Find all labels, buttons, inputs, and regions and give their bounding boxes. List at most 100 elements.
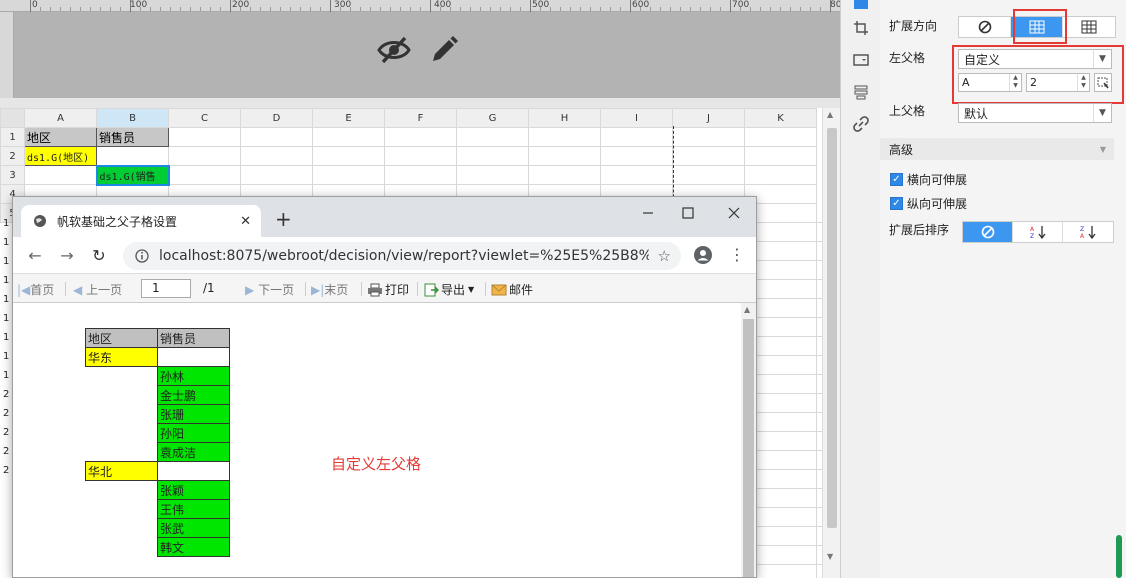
cell[interactable]: [312, 127, 385, 147]
pencil-icon[interactable]: [426, 32, 462, 68]
cell[interactable]: [672, 165, 745, 185]
cell[interactable]: [456, 127, 529, 147]
cell[interactable]: [528, 165, 601, 185]
cell[interactable]: [600, 165, 673, 185]
url-input[interactable]: localhost:8075/webroot/decision/view/rep…: [123, 242, 681, 270]
cell[interactable]: [240, 127, 313, 147]
condition-attribute-icon[interactable]: [851, 82, 871, 102]
column-header[interactable]: C: [168, 108, 241, 128]
email-button[interactable]: 邮件: [491, 281, 533, 298]
sort-order-toggle[interactable]: AZ ZA: [962, 221, 1114, 243]
panel-scrollbar[interactable]: [1116, 535, 1122, 578]
cell[interactable]: [168, 165, 241, 185]
page-header-band[interactable]: [14, 12, 840, 98]
reload-icon[interactable]: ↻: [89, 245, 109, 265]
checkmark-icon[interactable]: ✓: [890, 197, 903, 210]
column-header[interactable]: B: [96, 108, 169, 128]
export-button[interactable]: 导出 ▼: [423, 281, 474, 298]
row-header[interactable]: 2: [0, 146, 25, 166]
cell-a1[interactable]: 地区: [24, 127, 97, 147]
cell[interactable]: [384, 127, 457, 147]
row-header[interactable]: 3: [0, 165, 25, 185]
cell[interactable]: [600, 127, 673, 147]
cell[interactable]: [456, 146, 529, 166]
cell[interactable]: [744, 127, 817, 147]
scroll-up-icon[interactable]: ▲: [827, 110, 833, 119]
cell[interactable]: [168, 127, 241, 147]
cell[interactable]: [672, 127, 745, 147]
scroll-down-icon[interactable]: ▼: [827, 552, 833, 561]
top-parent-select[interactable]: 默认 ▼: [958, 103, 1112, 123]
column-header[interactable]: F: [384, 108, 457, 128]
eye-slash-icon[interactable]: [376, 32, 412, 68]
print-button[interactable]: 打印: [367, 281, 409, 298]
cell[interactable]: [240, 165, 313, 185]
horizontal-expand-option[interactable]: [1063, 17, 1115, 37]
cell[interactable]: [528, 127, 601, 147]
cell[interactable]: [312, 146, 385, 166]
widget-icon[interactable]: [851, 50, 871, 70]
cell[interactable]: [672, 146, 745, 166]
crop-icon[interactable]: [851, 18, 871, 38]
column-header[interactable]: E: [312, 108, 385, 128]
column-header[interactable]: J: [672, 108, 745, 128]
next-page-button[interactable]: ▶ 下一页: [245, 281, 294, 298]
column-header[interactable]: K: [744, 108, 817, 128]
no-expand-option[interactable]: [959, 17, 1011, 37]
page-number-input[interactable]: 1: [141, 279, 191, 298]
column-header[interactable]: I: [600, 108, 673, 128]
column-header[interactable]: A: [24, 108, 97, 128]
forward-arrow-icon[interactable]: →: [57, 245, 77, 265]
cell[interactable]: [24, 165, 97, 185]
maximize-icon[interactable]: [673, 203, 703, 223]
close-icon[interactable]: ✕: [240, 214, 251, 229]
cell[interactable]: [240, 146, 313, 166]
cell[interactable]: [168, 146, 241, 166]
cell[interactable]: [312, 165, 385, 185]
cell-property-icon[interactable]: [851, 0, 871, 12]
prev-page-button[interactable]: ◀ 上一页: [73, 281, 122, 298]
sort-descending-option[interactable]: ZA: [1063, 222, 1113, 242]
last-page-button[interactable]: ▶| 末页: [311, 281, 348, 298]
window-close-icon[interactable]: [719, 203, 749, 223]
sheet-vertical-scrollbar[interactable]: ▲ ▼: [822, 108, 840, 578]
cell[interactable]: [96, 146, 169, 166]
cell[interactable]: [384, 146, 457, 166]
column-header[interactable]: D: [240, 108, 313, 128]
advanced-section-header[interactable]: 高级 ▼: [880, 138, 1114, 160]
scroll-up-icon[interactable]: ▲: [744, 305, 750, 314]
checkmark-icon[interactable]: ✓: [890, 173, 903, 186]
cell[interactable]: [456, 165, 529, 185]
minimize-icon[interactable]: [633, 203, 663, 223]
cell-b1[interactable]: 销售员: [96, 127, 169, 147]
kebab-menu-icon[interactable]: ⋮: [729, 245, 745, 265]
hyperlink-icon[interactable]: [851, 114, 871, 134]
bookmark-star-icon[interactable]: ☆: [658, 247, 671, 265]
scroll-thumb[interactable]: [827, 128, 837, 528]
cell[interactable]: [384, 165, 457, 185]
cell-a2[interactable]: ds1.G(地区): [24, 146, 97, 166]
cell[interactable]: [528, 146, 601, 166]
vertical-expandable-checkbox[interactable]: ✓ 纵向可伸展: [890, 195, 967, 212]
chevron-down-icon[interactable]: ▼: [1100, 145, 1106, 154]
select-all-corner[interactable]: [0, 108, 25, 128]
cell[interactable]: [600, 146, 673, 166]
preview-vertical-scrollbar[interactable]: ▲: [741, 303, 756, 577]
ruler-tick: [500, 7, 501, 11]
browser-tab[interactable]: 帆软基础之父子格设置 ✕: [21, 205, 261, 237]
column-header[interactable]: G: [456, 108, 529, 128]
row-header[interactable]: 1: [0, 127, 25, 147]
back-arrow-icon[interactable]: ←: [25, 245, 45, 265]
cell[interactable]: [744, 146, 817, 166]
scroll-thumb[interactable]: [743, 319, 754, 577]
profile-avatar-icon[interactable]: [693, 245, 713, 268]
chevron-down-icon[interactable]: ▼: [1093, 104, 1111, 122]
no-sort-option[interactable]: [963, 222, 1013, 242]
first-page-button[interactable]: |◀ 首页: [17, 281, 54, 298]
horizontal-expandable-checkbox[interactable]: ✓ 横向可伸展: [890, 171, 967, 188]
cell[interactable]: [744, 165, 817, 185]
cell-b3-selected[interactable]: ds1.G(销售: [95, 164, 170, 186]
column-header[interactable]: H: [528, 108, 601, 128]
sort-ascending-option[interactable]: AZ: [1013, 222, 1063, 242]
new-tab-plus-icon[interactable]: +: [275, 209, 292, 229]
